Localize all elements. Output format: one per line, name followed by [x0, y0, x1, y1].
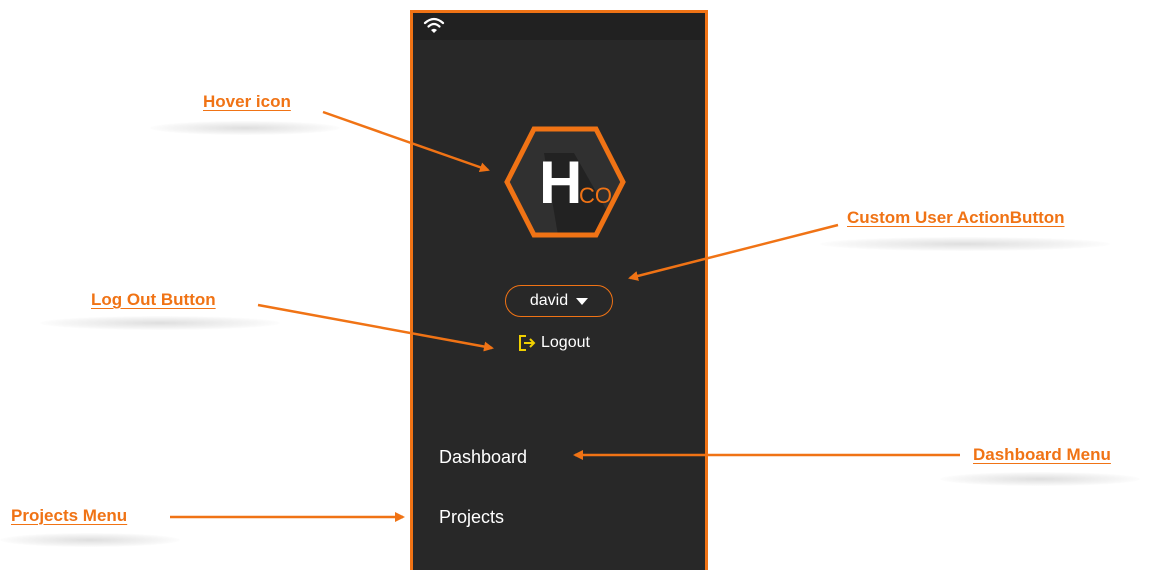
annotation-dashboard-menu: Dashboard Menu [973, 445, 1111, 464]
wifi-icon [423, 17, 445, 33]
menu-item-dashboard[interactable]: Dashboard [439, 447, 527, 468]
callout-shadow [150, 121, 340, 135]
status-bar [413, 13, 705, 40]
callout-shadow [40, 316, 280, 330]
logout-label: Logout [541, 334, 590, 351]
annotation-projects-menu: Projects Menu [11, 506, 128, 525]
logout-button[interactable]: Logout [517, 332, 590, 354]
annotation-log-out-button: Log Out Button [91, 290, 216, 309]
phone-sidebar-panel: H CO david Logout Dashboard Projects [410, 10, 708, 570]
annotation-hover-icon: Hover icon [203, 92, 291, 111]
callout-shadow [820, 237, 1110, 251]
annotation-custom-user-action-button: Custom User ActionButton [847, 208, 1065, 227]
callout-shadow [940, 472, 1140, 486]
caret-down-icon [576, 297, 589, 305]
logo-letter: H [539, 149, 582, 216]
logo-suffix: CO [579, 183, 612, 208]
menu-item-projects[interactable]: Projects [439, 507, 504, 528]
logout-icon [519, 335, 536, 351]
hexagon-logo-icon[interactable]: H CO [499, 123, 631, 241]
username-label: david [529, 292, 569, 309]
callout-shadow [0, 533, 180, 547]
user-action-button[interactable]: david [505, 285, 613, 317]
